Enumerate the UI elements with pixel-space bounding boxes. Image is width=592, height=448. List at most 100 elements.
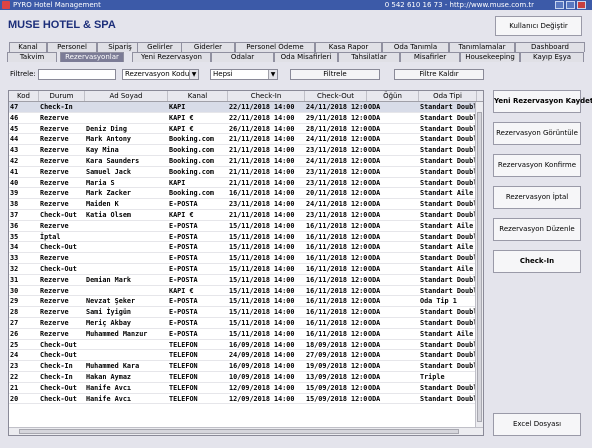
table-row[interactable]: 43 Rezerve Kay Mina Booking.com 21/11/2018 1… [9, 145, 477, 156]
tab-tahsilatlar[interactable]: Tahsilatlar [338, 52, 400, 62]
table-row[interactable]: 38 Rezerve Maiden K E-POSTA 23/11/2018 14:00… [9, 199, 477, 210]
tab-personel[interactable]: Personel [47, 42, 97, 52]
table-row[interactable]: 47 Check-In KAPI 22/11/2018 14:00 24/11/2018… [9, 102, 477, 113]
column-header-durum[interactable]: Durum [39, 91, 85, 101]
cell-kod: 23 [10, 362, 19, 371]
table-row[interactable]: 40 Rezerve Maria S KAPI 21/11/2018 14:00 23/1… [9, 178, 477, 189]
cell-durum: Check-Out [40, 351, 77, 360]
cell-check-in: 15/11/2018 14:00 [229, 286, 295, 295]
table-row[interactable]: 22 Check-In Hakan Aymaz TELEFON 10/09/2018 1… [9, 372, 477, 383]
table-row[interactable]: 33 Rezerve E-POSTA 15/11/2018 14:00 16/11/20… [9, 253, 477, 264]
table-row[interactable]: 26 Rezerve Muhammed Manzur E-POSTA 15/11/201… [9, 329, 477, 340]
cell-check-out: 19/09/2018 12:00 [306, 362, 367, 371]
cell-kanal: Booking.com [169, 146, 215, 155]
cell-durum: Check-Out [40, 394, 77, 403]
cell-ogun: ODA [368, 275, 381, 284]
cell-check-in: 15/11/2018 14:00 [229, 265, 295, 273]
table-row[interactable]: 45 Rezerve Deniz Ding KAPI € 26/11/2018 14:0… [9, 124, 477, 135]
cell-ogun: ODA [368, 135, 381, 144]
cell-ad-soyad: Mark Zacker [86, 189, 132, 198]
table-row[interactable]: 37 Check-Out Katia Olsem KAPI € 21/11/2018 1… [9, 210, 477, 221]
table-row[interactable]: 42 Rezerve Kara Saunders Booking.com 21/11/2… [9, 156, 477, 167]
table-row[interactable]: 30 Rezerve KAPI € 15/11/2018 14:00 16/11/201… [9, 286, 477, 297]
filter-button[interactable]: Filtrele [290, 69, 380, 80]
cell-ad-soyad: Meriç Akbay [86, 319, 132, 327]
tab-gelirler[interactable]: Gelirler [137, 42, 183, 52]
save-new-reservation-button[interactable]: Yeni Rezervasyon Kaydet [493, 90, 592, 113]
tab-takvim[interactable]: Takvim [7, 52, 57, 62]
cell-check-in: 21/11/2018 14:00 [229, 135, 295, 144]
tab-kanal[interactable]: Kanal [9, 42, 47, 52]
table-row[interactable]: 41 Rezerve Samuel Jack Booking.com 21/11/201… [9, 167, 477, 178]
cell-oda-tipi: Standart Double [420, 362, 477, 371]
view-reservation-button[interactable]: Rezervasyon Görüntüle [493, 122, 581, 145]
close-icon[interactable] [577, 1, 586, 9]
cell-check-out: 16/11/2018 12:00 [306, 286, 367, 295]
table-row[interactable]: 36 Rezerve E-POSTA 15/11/2018 14:00 16/11/20… [9, 221, 477, 232]
minimize-icon[interactable] [555, 1, 564, 9]
tab-giderler[interactable]: Giderler [181, 42, 235, 52]
excel-export-button[interactable]: Excel Dosyası [493, 413, 581, 436]
table-row[interactable]: 32 Check-Out E-POSTA 15/11/2018 14:00 16/11/… [9, 264, 477, 275]
switch-user-button[interactable]: Kullanıcı Değiştir [495, 16, 582, 36]
cell-ogun: ODA [368, 157, 381, 165]
column-header-ogun[interactable]: Öğün [367, 91, 419, 101]
tab-misafirler[interactable]: Misafirler [400, 52, 460, 62]
tab-housekeeping[interactable]: Housekeeping [460, 52, 520, 62]
filter-label: Filtrele: [10, 70, 36, 78]
table-row[interactable]: 35 İptal E-POSTA 15/11/2018 14:00 16/11/2018… [9, 232, 477, 243]
filter-field-select[interactable]: Rezervasyon Kodu ▼ [122, 69, 199, 80]
tab-dashboard[interactable]: Dashboard [515, 42, 585, 52]
cell-kod: 25 [10, 340, 19, 349]
horizontal-scrollbar[interactable] [9, 427, 483, 435]
table-row[interactable]: 34 Check-Out E-POSTA 15/11/2018 14:00 16/11/… [9, 242, 477, 254]
column-header-ad-soyad[interactable]: Ad Soyad [85, 91, 168, 101]
cell-kanal: E-POSTA [169, 329, 198, 338]
cancel-reservation-button[interactable]: Rezervasyon İptal [493, 186, 581, 209]
check-in-button[interactable]: Check-In [493, 250, 581, 273]
cell-check-out: 15/09/2018 12:00 [306, 383, 367, 392]
column-header-check-out[interactable]: Check-Out [305, 91, 367, 101]
tab-tanimlamalar[interactable]: Tanımlamalar [449, 42, 515, 52]
filter-scope-select[interactable]: Hepsi ▼ [210, 69, 278, 80]
reservations-table[interactable]: Kod Durum Ad Soyad Kanal Check-In Check-… [8, 90, 484, 436]
table-row[interactable]: 20 Check-Out Hanife Avcı TELEFON 12/09/2018 … [9, 394, 477, 405]
cell-ogun: ODA [368, 211, 381, 219]
maximize-icon[interactable] [566, 1, 575, 9]
cell-ogun: ODA [368, 200, 381, 209]
table-row[interactable]: 24 Check-Out TELEFON 24/09/2018 14:00 27/09/… [9, 350, 477, 362]
tab-oda-misafirleri[interactable]: Oda Misafirleri [274, 52, 338, 62]
table-row[interactable]: 29 Rezerve Nevzat Şeker E-POSTA 15/11/2018 1… [9, 296, 477, 308]
table-row[interactable]: 27 Rezerve Meriç Akbay E-POSTA 15/11/2018 14… [9, 318, 477, 329]
tab-kayip-esya[interactable]: Kayıp Eşya [520, 52, 584, 62]
table-row[interactable]: 25 Check-Out TELEFON 16/09/2018 14:00 18/09/… [9, 340, 477, 351]
tab-oda-tanimla[interactable]: Oda Tanımla [382, 42, 449, 52]
table-row[interactable]: 39 Rezerve Mark Zacker Booking.com 16/11/201… [9, 188, 477, 200]
table-row[interactable]: 44 Rezerve Mark Antony Booking.com 21/11/201… [9, 134, 477, 146]
cell-check-out: 20/11/2018 12:00 [306, 189, 367, 198]
cell-durum: İptal [40, 232, 61, 241]
edit-reservation-button[interactable]: Rezervasyon Düzenle [493, 218, 581, 241]
cell-kod: 37 [10, 211, 19, 219]
vertical-scrollbar[interactable] [475, 102, 483, 428]
table-row[interactable]: 23 Check-In Muhammed Kara TELEFON 16/09/2018… [9, 361, 477, 372]
tab-kasa-rapor[interactable]: Kasa Rapor [315, 42, 382, 52]
table-row[interactable]: 28 Rezerve Sami İyigün E-POSTA 15/11/2018 14… [9, 307, 477, 318]
column-header-kod[interactable]: Kod [9, 91, 39, 101]
clear-filter-button[interactable]: Filtre Kaldır [394, 69, 484, 80]
cell-kod: 30 [10, 286, 19, 295]
filter-text-input[interactable] [38, 69, 116, 80]
column-header-kanal[interactable]: Kanal [168, 91, 228, 101]
column-header-check-in[interactable]: Check-In [228, 91, 305, 101]
table-row[interactable]: 31 Rezerve Demian Mark E-POSTA 15/11/2018 14… [9, 275, 477, 286]
confirm-reservation-button[interactable]: Rezervasyon Konfirme [493, 154, 581, 177]
tab-yeni-rezervasyon[interactable]: Yeni Rezervasyon [132, 52, 211, 62]
scroll-thumb[interactable] [477, 112, 482, 422]
cell-kod: 41 [10, 167, 19, 176]
tab-odalar[interactable]: Odalar [211, 52, 274, 62]
tab-personel-odeme[interactable]: Personel Ödeme [235, 42, 315, 52]
column-header-oda-tipi[interactable]: Oda Tipi [419, 91, 477, 101]
table-row[interactable]: 21 Check-Out Hanife Avcı TELEFON 12/09/2018 … [9, 383, 477, 394]
table-row[interactable]: 46 Rezerve KAPI € 22/11/2018 14:00 29/11/201… [9, 113, 477, 124]
scroll-thumb[interactable] [19, 429, 459, 434]
